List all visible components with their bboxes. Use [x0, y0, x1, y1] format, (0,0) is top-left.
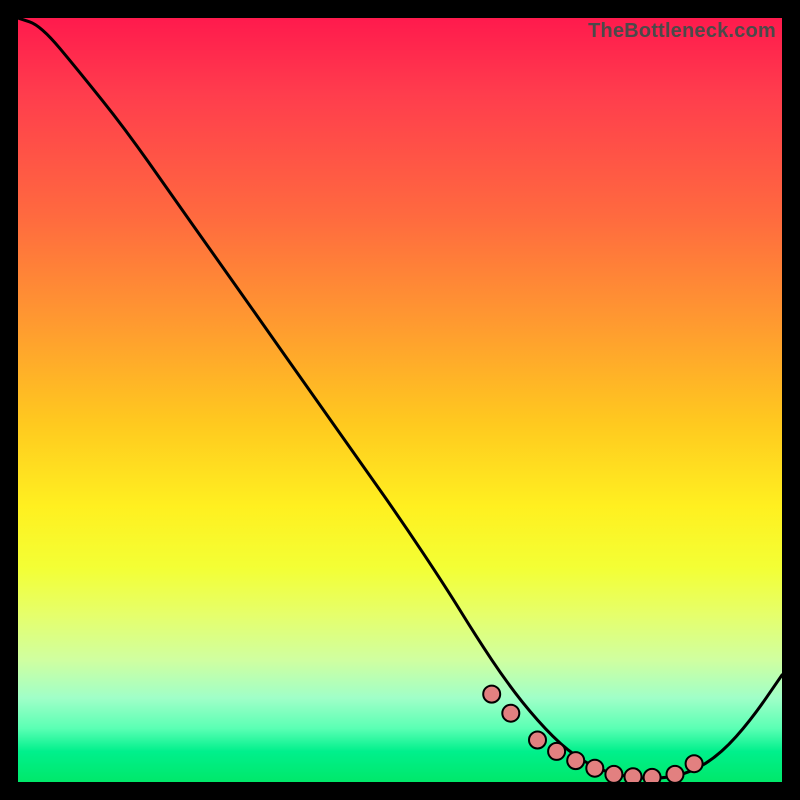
bottleneck-curve — [18, 18, 782, 778]
highlight-marker — [644, 769, 661, 782]
highlight-marker — [548, 743, 565, 760]
curve-layer — [18, 18, 782, 782]
highlight-marker — [605, 766, 622, 782]
highlight-marker — [586, 760, 603, 777]
highlight-marker — [567, 752, 584, 769]
highlight-marker — [529, 732, 546, 749]
highlight-marker — [483, 686, 500, 703]
highlight-marker — [625, 768, 642, 782]
highlight-marker — [502, 705, 519, 722]
highlight-marker — [667, 766, 684, 782]
chart-frame: TheBottleneck.com — [0, 0, 800, 800]
highlight-marker — [686, 755, 703, 772]
plot-area: TheBottleneck.com — [18, 18, 782, 782]
